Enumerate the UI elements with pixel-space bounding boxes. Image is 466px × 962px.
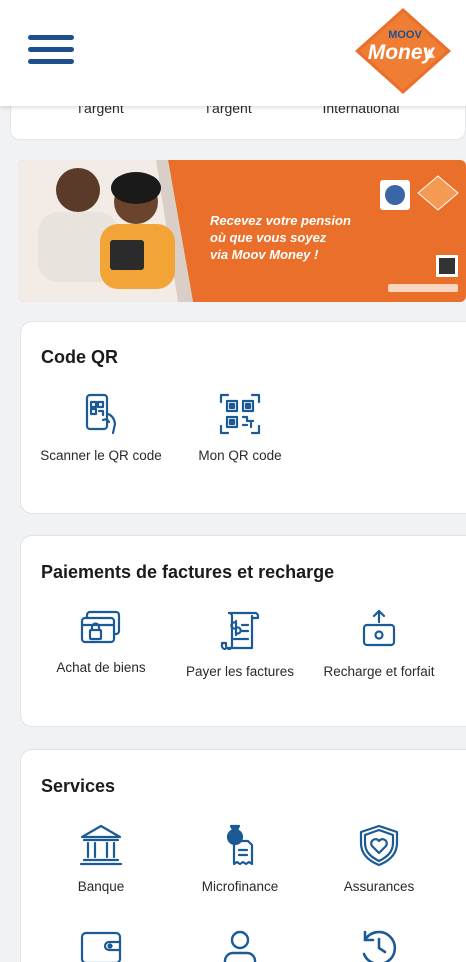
moov-money-logo: MOOV Money: [355, 8, 451, 94]
purchase-goods-button[interactable]: Achat de biens: [31, 608, 171, 678]
topup-icon: [362, 609, 396, 647]
insurance-icon: [359, 824, 399, 867]
microfinance-label: Microfinance: [201, 879, 279, 894]
topup-button[interactable]: Recharge et forfait: [309, 608, 449, 682]
scan-qr-label: Scanner le QR code: [40, 448, 162, 463]
banner-line-3: via Moov Money !: [210, 247, 319, 262]
pay-bills-button[interactable]: Payer les factures: [170, 608, 310, 682]
microfinance-icon: [226, 824, 254, 866]
scan-qr-button[interactable]: Scanner le QR code: [31, 392, 171, 466]
insurance-label: Assurances: [343, 879, 415, 894]
card-purchase-icon: [80, 610, 121, 644]
wallet-button[interactable]: [31, 928, 171, 962]
pay-bills-label: Payer les factures: [185, 664, 295, 679]
promo-banner[interactable]: Recevez votre pension où que vous soyez …: [18, 160, 466, 302]
services-section-title: Services: [41, 776, 116, 796]
svg-text:Money: Money: [368, 41, 436, 64]
qr-section-title: Code QR: [41, 347, 119, 367]
services-section-card: Services Banque Microfinance Assurances: [20, 749, 466, 962]
banner-message: Recevez votre pension où que vous soyez …: [210, 212, 351, 263]
app-screen: MOOV Money l'argent l'argent Internation…: [0, 0, 466, 962]
bank-label: Banque: [77, 879, 125, 894]
profile-button[interactable]: [170, 928, 310, 962]
microfinance-button[interactable]: Microfinance: [170, 823, 310, 897]
bank-icon: [79, 824, 123, 866]
banner-line-1: Recevez votre pension: [210, 213, 351, 228]
bill-icon: [220, 611, 260, 651]
menu-icon[interactable]: [28, 35, 74, 65]
my-qr-label: Mon QR code: [198, 448, 282, 463]
topup-label: Recharge et forfait: [323, 664, 435, 679]
payments-section-card: Paiements de factures et recharge Achat …: [20, 535, 466, 727]
user-icon: [223, 930, 257, 962]
qr-code-icon: [219, 393, 261, 435]
bank-button[interactable]: Banque: [31, 823, 171, 897]
my-qr-code-button[interactable]: Mon QR code: [170, 392, 310, 466]
qr-scan-phone-icon: [85, 393, 117, 435]
top-bar: MOOV Money: [0, 0, 466, 106]
wallet-icon: [80, 931, 122, 962]
banner-line-2: où que vous soyez: [210, 230, 327, 245]
purchase-goods-label: Achat de biens: [56, 660, 146, 675]
history-button[interactable]: [309, 928, 449, 962]
svg-text:MOOV: MOOV: [388, 29, 422, 41]
qr-section-card: Code QR Scanner le QR code Mon QR code: [20, 321, 466, 514]
payments-section-title: Paiements de factures et recharge: [41, 562, 335, 582]
history-icon: [362, 930, 397, 962]
insurance-button[interactable]: Assurances: [309, 823, 449, 897]
